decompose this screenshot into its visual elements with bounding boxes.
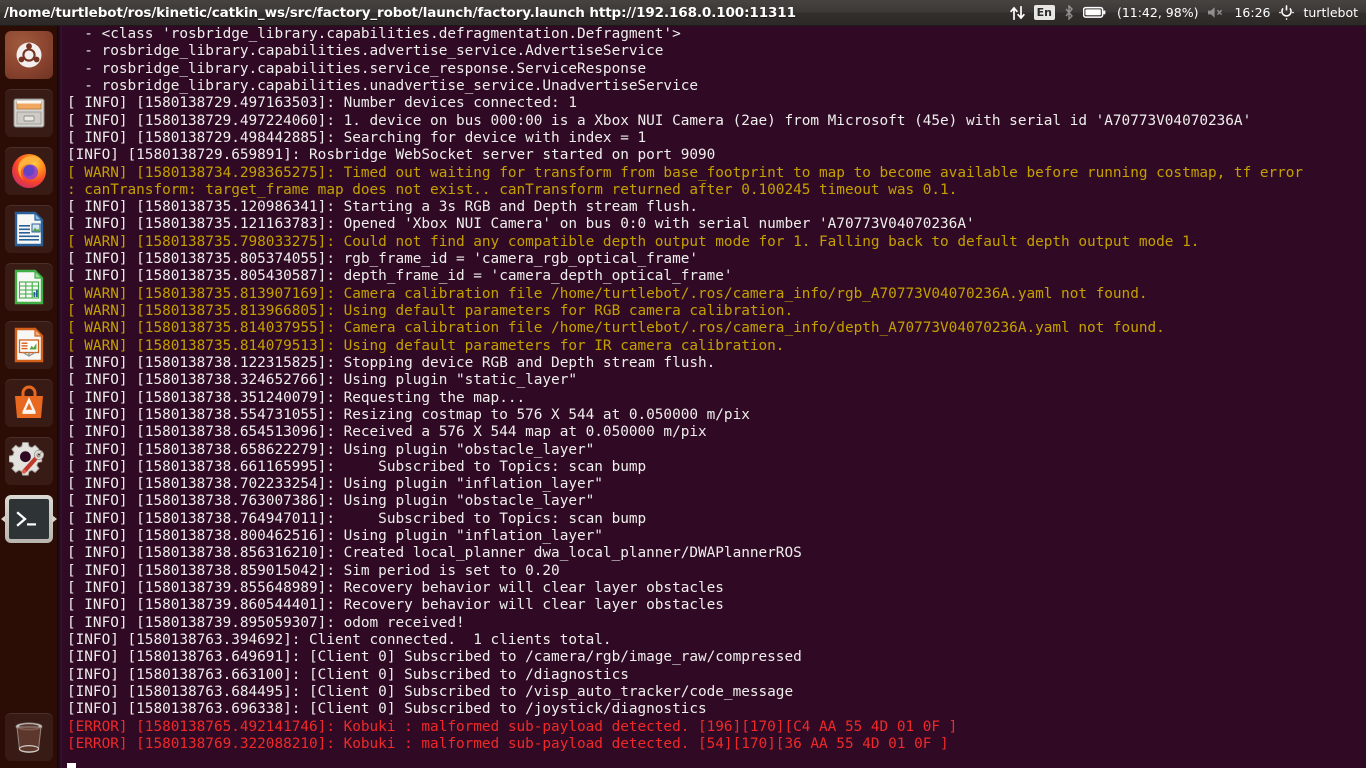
launcher-item-terminal[interactable] <box>0 490 58 548</box>
launcher-item-libreoffice-calc[interactable] <box>0 258 58 316</box>
terminal-line: [ WARN] [1580138735.798033275]: Could no… <box>67 233 1200 250</box>
launcher-item-libreoffice-writer[interactable] <box>0 200 58 258</box>
terminal-line: [ INFO] [1580138739.855648989]: Recovery… <box>67 580 724 596</box>
terminal-line: [ WARN] [1580138735.814079513]: Using de… <box>67 337 785 354</box>
terminal-line: [ INFO] [1580138738.351240079]: Requesti… <box>67 389 526 406</box>
terminal-line: [ INFO] [1580138738.661165995]: Subscrib… <box>67 458 647 475</box>
terminal-line: [INFO] [1580138763.394692]: Client conne… <box>67 631 612 648</box>
keyboard-layout-indicator[interactable]: En <box>1033 5 1055 20</box>
terminal-line: [ WARN] [1580138735.813966805]: Using de… <box>67 303 794 319</box>
launcher-item-firefox[interactable] <box>0 142 58 200</box>
terminal-line: [ INFO] [1580138735.805430587]: depth_fr… <box>67 268 733 285</box>
firefox-icon <box>5 147 53 195</box>
terminal-line: [ INFO] [1580138738.324652766]: Using pl… <box>67 372 577 389</box>
terminal-line: - rosbridge_library.capabilities.adverti… <box>67 43 664 60</box>
terminal-prompt-icon <box>5 495 53 543</box>
network-updown-icon[interactable] <box>1009 5 1025 20</box>
terminal-line: [ERROR] [1580138765.492141746]: Kobuki :… <box>67 718 958 735</box>
terminal-line: [ INFO] [1580138739.860544401]: Recovery… <box>67 597 724 614</box>
launcher-item-system-settings[interactable] <box>0 432 58 490</box>
terminal-line: [ INFO] [1580138738.764947011]: Subscrib… <box>67 510 647 527</box>
launcher-item-ubuntu-software[interactable] <box>0 374 58 432</box>
terminal-line: [ INFO] [1580138735.121163783]: Opened '… <box>67 216 975 233</box>
presentation-impress-icon <box>5 321 53 369</box>
terminal-line: [ INFO] [1580138738.122315825]: Stopping… <box>67 354 716 371</box>
terminal-line: [ INFO] [1580138738.554731055]: Resizing… <box>67 406 750 423</box>
terminal-line: [ INFO] [1580138735.805374055]: rgb_fram… <box>67 251 699 268</box>
terminal-line: [INFO] [1580138763.684495]: [Client 0] S… <box>67 683 794 700</box>
terminal-line: [ WARN] [1580138735.813907169]: Camera c… <box>67 285 1148 302</box>
terminal-line: [ INFO] [1580138729.497163503]: Number d… <box>67 95 577 112</box>
terminal-window[interactable]: - <class 'rosbridge_library.capabilities… <box>58 26 1366 768</box>
terminal-line: [ INFO] [1580138735.120986341]: Starting… <box>67 199 699 216</box>
file-cabinet-icon <box>5 89 53 137</box>
launcher-item-libreoffice-impress[interactable] <box>0 316 58 374</box>
terminal-line: [ INFO] [1580138738.702233254]: Using pl… <box>67 476 603 493</box>
running-indicator-right <box>52 515 57 523</box>
clock[interactable]: 16:26 <box>1234 5 1270 20</box>
terminal-line: [ INFO] [1580138738.859015042]: Sim peri… <box>67 562 560 579</box>
spreadsheet-calc-icon <box>5 263 53 311</box>
terminal-line: [INFO] [1580138763.649691]: [Client 0] S… <box>67 649 802 666</box>
terminal-left-edge <box>58 26 62 768</box>
terminal-cursor <box>67 763 76 768</box>
terminal-line: [ INFO] [1580138729.497224060]: 1. devic… <box>67 112 1252 129</box>
gear-wrench-icon <box>5 437 53 485</box>
software-center-bag-icon <box>5 379 53 427</box>
terminal-line: [INFO] [1580138763.663100]: [Client 0] S… <box>67 666 629 683</box>
trash-bin-icon <box>5 713 53 761</box>
battery-status-text: (11:42, 98%) <box>1116 5 1199 20</box>
unity-launcher <box>0 26 58 768</box>
terminal-line: - <class 'rosbridge_library.capabilities… <box>67 26 681 42</box>
terminal-line: [ INFO] [1580138738.763007386]: Using pl… <box>67 493 595 510</box>
gear-power-icon[interactable] <box>1279 5 1295 20</box>
battery-icon[interactable] <box>1082 6 1106 19</box>
ubuntu-logo-icon <box>5 31 53 79</box>
terminal-line: [INFO] [1580138729.659891]: Rosbridge We… <box>67 147 716 164</box>
launcher-item-trash[interactable] <box>0 708 58 766</box>
panel-indicator-area: En (11:42, 98%) 16:26 turtlebot <box>1009 5 1366 20</box>
launcher-item-ubuntu-dash[interactable] <box>0 26 58 84</box>
bluetooth-icon[interactable] <box>1064 5 1074 20</box>
top-panel: /home/turtlebot/ros/kinetic/catkin_ws/sr… <box>0 0 1366 26</box>
volume-muted-icon[interactable] <box>1207 6 1225 19</box>
terminal-line: - rosbridge_library.capabilities.service… <box>67 60 647 77</box>
window-title: /home/turtlebot/ros/kinetic/catkin_ws/sr… <box>4 4 796 21</box>
terminal-line: [ INFO] [1580138739.895059307]: odom rec… <box>67 614 465 631</box>
terminal-line: - rosbridge_library.capabilities.unadver… <box>67 77 699 94</box>
terminal-line: [ WARN] [1580138734.298365275]: Timed ou… <box>67 164 1304 181</box>
terminal-line: [INFO] [1580138763.696338]: [Client 0] S… <box>67 701 707 718</box>
document-writer-icon <box>5 205 53 253</box>
terminal-line: [ INFO] [1580138738.856316210]: Created … <box>67 545 802 562</box>
terminal-output: - <class 'rosbridge_library.capabilities… <box>67 26 1366 753</box>
terminal-line: [ INFO] [1580138729.498442885]: Searchin… <box>67 129 647 146</box>
launcher-item-files[interactable] <box>0 84 58 142</box>
terminal-line: [ERROR] [1580138769.322088210]: Kobuki :… <box>67 735 949 752</box>
username-label[interactable]: turtlebot <box>1303 5 1358 20</box>
terminal-line: [ INFO] [1580138738.654513096]: Received… <box>67 424 707 441</box>
terminal-line: : canTransform: target_frame map does no… <box>67 181 958 198</box>
terminal-line: [ WARN] [1580138735.814037955]: Camera c… <box>67 320 1165 337</box>
terminal-line: [ INFO] [1580138738.658622279]: Using pl… <box>67 441 595 458</box>
terminal-line: [ INFO] [1580138738.800462516]: Using pl… <box>67 528 603 545</box>
